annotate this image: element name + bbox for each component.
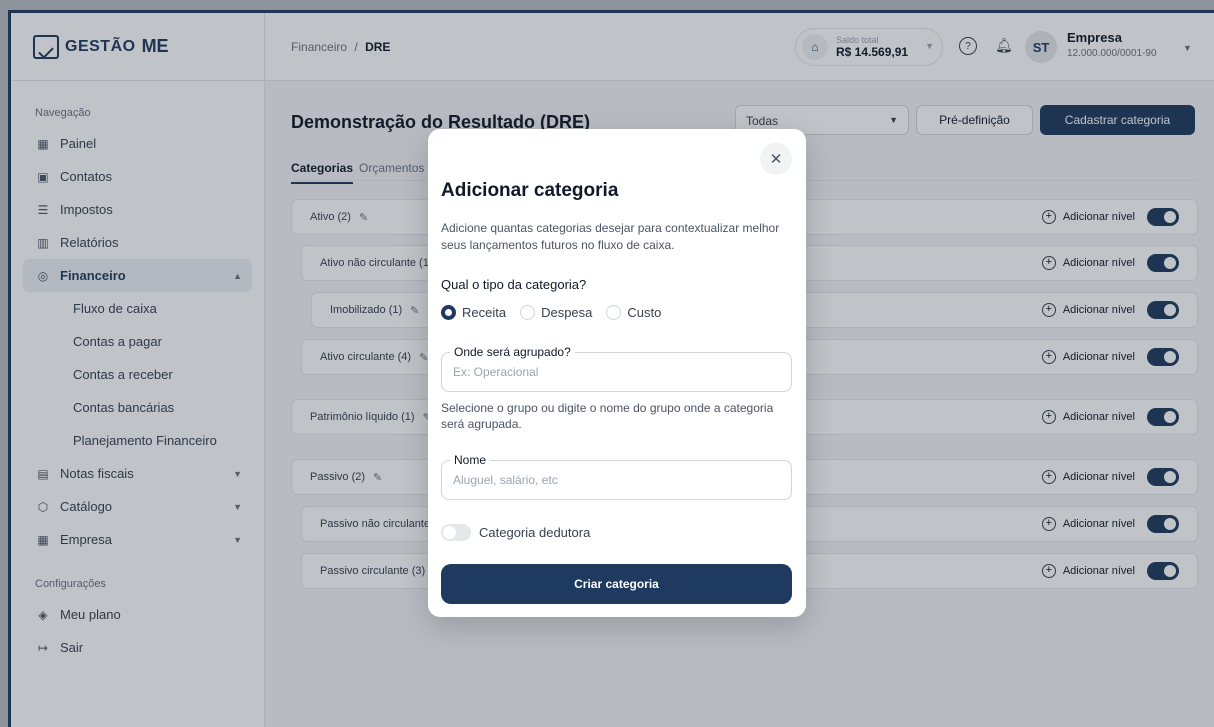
name-input[interactable] <box>453 473 773 487</box>
create-category-button[interactable]: Criar categoria <box>441 564 792 604</box>
radio-despesa[interactable]: Despesa <box>520 305 592 320</box>
modal-title: Adicionar categoria <box>441 180 619 201</box>
deductor-toggle-row: Categoria dedutora <box>441 524 590 541</box>
radio-dot <box>520 305 536 320</box>
name-field-label: Nome <box>450 453 491 467</box>
radio-label: Receita <box>462 305 507 320</box>
name-field: Nome <box>441 453 792 500</box>
category-type-question: Qual o tipo da categoria? <box>441 277 587 292</box>
close-icon: ✕ <box>769 151 783 168</box>
radio-dot <box>441 305 456 320</box>
radio-dot <box>606 305 622 320</box>
deductor-label: Categoria dedutora <box>479 525 591 540</box>
radio-custo[interactable]: Custo <box>606 305 661 320</box>
group-help-text: Selecione o grupo ou digite o nome do gr… <box>441 401 774 431</box>
radio-receita[interactable]: Receita <box>441 305 506 320</box>
modal-description: Adicione quantas categorias desejar para… <box>441 221 780 252</box>
group-field: Onde será agrupado? <box>441 345 792 392</box>
group-field-label: Onde será agrupado? <box>450 345 575 359</box>
close-button[interactable]: ✕ <box>760 143 792 175</box>
add-category-modal: ✕ Adicionar categoria Adicione quantas c… <box>428 129 806 617</box>
radio-label: Despesa <box>541 305 593 320</box>
deductor-toggle[interactable] <box>441 524 471 541</box>
radio-label: Custo <box>627 305 662 320</box>
category-type-radio-group: Receita Despesa Custo <box>441 305 661 320</box>
group-input[interactable] <box>453 365 773 379</box>
